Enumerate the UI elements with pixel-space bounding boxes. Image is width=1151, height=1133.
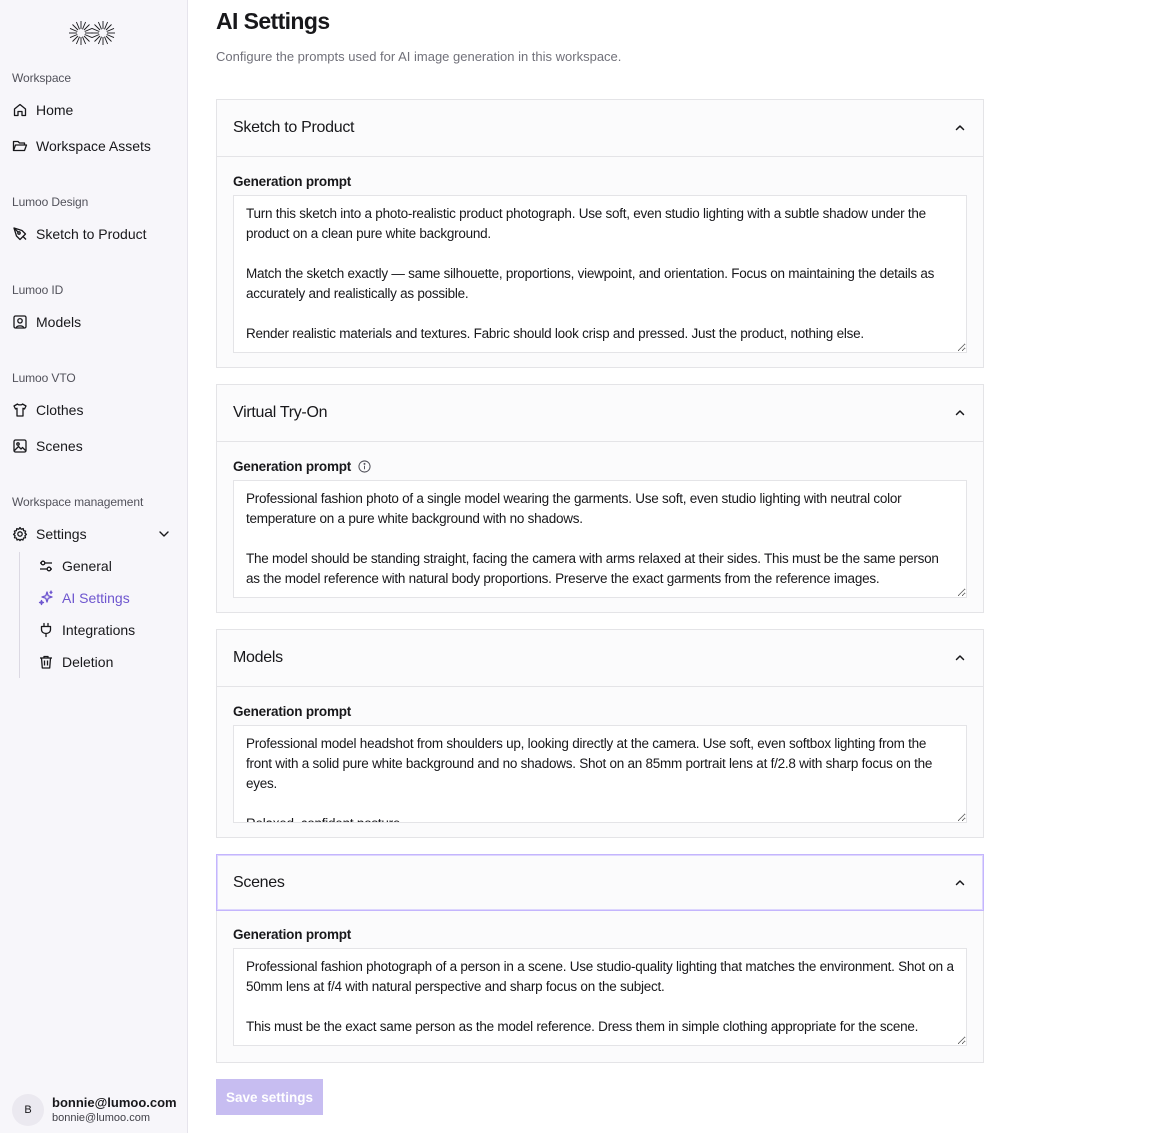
- sketch-to-product-prompt-input[interactable]: Turn this sketch into a photo-realistic …: [233, 195, 967, 353]
- save-settings-button[interactable]: Save settings: [216, 1079, 323, 1115]
- card-title: Virtual Try-On: [233, 404, 328, 421]
- section-label-lumoo-design: Lumoo Design: [12, 195, 89, 209]
- sidebar-subitem-ai-settings[interactable]: AI Settings: [38, 586, 130, 610]
- sidebar-subitem-general[interactable]: General: [38, 554, 112, 578]
- card-body: Generation prompt Professional fashion p…: [217, 442, 983, 614]
- sidebar-item-label: Workspace Assets: [36, 138, 151, 154]
- plug-icon: [38, 622, 54, 638]
- sidebar-item-label: Home: [36, 102, 74, 118]
- card-body: Generation prompt Professional model hea…: [217, 687, 983, 839]
- sidebar-item-label: Settings: [36, 526, 87, 542]
- card-scenes: Scenes Generation prompt Professional fa…: [216, 854, 984, 1063]
- card-sketch-to-product: Sketch to Product Generation prompt Turn…: [216, 99, 984, 368]
- card-title: Sketch to Product: [233, 119, 355, 136]
- section-label-workspace-management: Workspace management: [12, 495, 144, 509]
- section-label-workspace: Workspace: [12, 71, 71, 85]
- card-header-scenes[interactable]: Scenes: [216, 854, 984, 911]
- info-icon[interactable]: [358, 459, 371, 473]
- sidebar: Workspace Home Workspace Assets Lumoo De…: [0, 0, 188, 1133]
- field-label: Generation prompt: [233, 458, 967, 474]
- card-body: Generation prompt Professional fashion p…: [217, 910, 983, 1062]
- pen-tool-icon: [12, 226, 28, 242]
- field-label-text: Generation prompt: [233, 173, 352, 189]
- chevron-up-icon[interactable]: [953, 121, 967, 135]
- card-header-models[interactable]: Models: [217, 630, 983, 687]
- chevron-down-icon[interactable]: [156, 526, 172, 542]
- field-label: Generation prompt: [233, 173, 967, 189]
- field-label: Generation prompt: [233, 703, 967, 719]
- image-icon: [12, 438, 28, 454]
- gear-icon: [12, 526, 28, 542]
- sidebar-item-label: Clothes: [36, 402, 84, 418]
- card-body: Generation prompt Turn this sketch into …: [217, 157, 983, 369]
- virtual-try-on-prompt-input[interactable]: Professional fashion photo of a single m…: [233, 480, 967, 598]
- card-title: Models: [233, 649, 283, 666]
- section-label-lumoo-id: Lumoo ID: [12, 283, 64, 297]
- sidebar-item-home[interactable]: Home: [12, 98, 73, 122]
- sidebar-item-label: Scenes: [36, 438, 83, 454]
- sidebar-item-sketch-to-product[interactable]: Sketch to Product: [12, 222, 147, 246]
- field-label: Generation prompt: [233, 926, 967, 942]
- trash-icon: [38, 654, 54, 670]
- card-title: Scenes: [233, 873, 285, 891]
- avatar: B: [12, 1094, 44, 1126]
- sidebar-item-workspace-assets[interactable]: Workspace Assets: [12, 134, 151, 158]
- sidebar-subitem-deletion[interactable]: Deletion: [38, 650, 113, 674]
- card-header-sketch-to-product[interactable]: Sketch to Product: [217, 100, 983, 157]
- user-account-menu[interactable]: B bonnie@lumoo.com bonnie@lumoo.com: [12, 1094, 177, 1126]
- field-label-text: Generation prompt: [233, 926, 352, 942]
- card-header-virtual-try-on[interactable]: Virtual Try-On: [217, 385, 983, 442]
- subnav-divider: [19, 552, 20, 678]
- lumoo-logo-icon[interactable]: [66, 18, 118, 48]
- sidebar-item-label: Models: [36, 314, 82, 330]
- sidebar-item-scenes[interactable]: Scenes: [12, 434, 83, 458]
- user-name: bonnie@lumoo.com: [52, 1094, 177, 1110]
- sidebar-item-settings[interactable]: Settings: [12, 522, 172, 546]
- sidebar-item-clothes[interactable]: Clothes: [12, 398, 83, 422]
- user-email: bonnie@lumoo.com: [52, 1111, 150, 1124]
- chevron-up-icon[interactable]: [953, 651, 967, 665]
- field-label-text: Generation prompt: [233, 458, 352, 474]
- sidebar-item-label: Integrations: [62, 622, 136, 638]
- scenes-prompt-input[interactable]: Professional fashion photograph of a per…: [233, 948, 967, 1046]
- card-virtual-try-on: Virtual Try-On Generation prompt Profess…: [216, 384, 984, 613]
- home-icon: [12, 102, 28, 118]
- sidebar-item-label: AI Settings: [62, 590, 130, 606]
- field-label-text: Generation prompt: [233, 703, 352, 719]
- card-models: Models Generation prompt Professional mo…: [216, 629, 984, 838]
- sidebar-item-label: Deletion: [62, 654, 114, 670]
- sliders-icon: [38, 558, 54, 574]
- models-prompt-input[interactable]: Professional model headshot from shoulde…: [233, 725, 967, 823]
- page-subtitle: Configure the prompts used for AI image …: [216, 49, 622, 64]
- user-square-icon: [12, 314, 28, 330]
- section-label-lumoo-vto: Lumoo VTO: [12, 371, 76, 385]
- sparkles-icon: [38, 590, 54, 606]
- sidebar-item-label: General: [62, 558, 112, 574]
- chevron-up-icon[interactable]: [953, 406, 967, 420]
- sidebar-item-models[interactable]: Models: [12, 310, 81, 334]
- folder-open-icon: [12, 138, 28, 154]
- shirt-icon: [12, 402, 28, 418]
- sidebar-subitem-integrations[interactable]: Integrations: [38, 618, 135, 642]
- page-title: AI Settings: [216, 8, 330, 34]
- user-info: bonnie@lumoo.com bonnie@lumoo.com: [52, 1095, 177, 1126]
- chevron-up-icon[interactable]: [953, 876, 967, 890]
- sidebar-item-label: Sketch to Product: [36, 226, 147, 242]
